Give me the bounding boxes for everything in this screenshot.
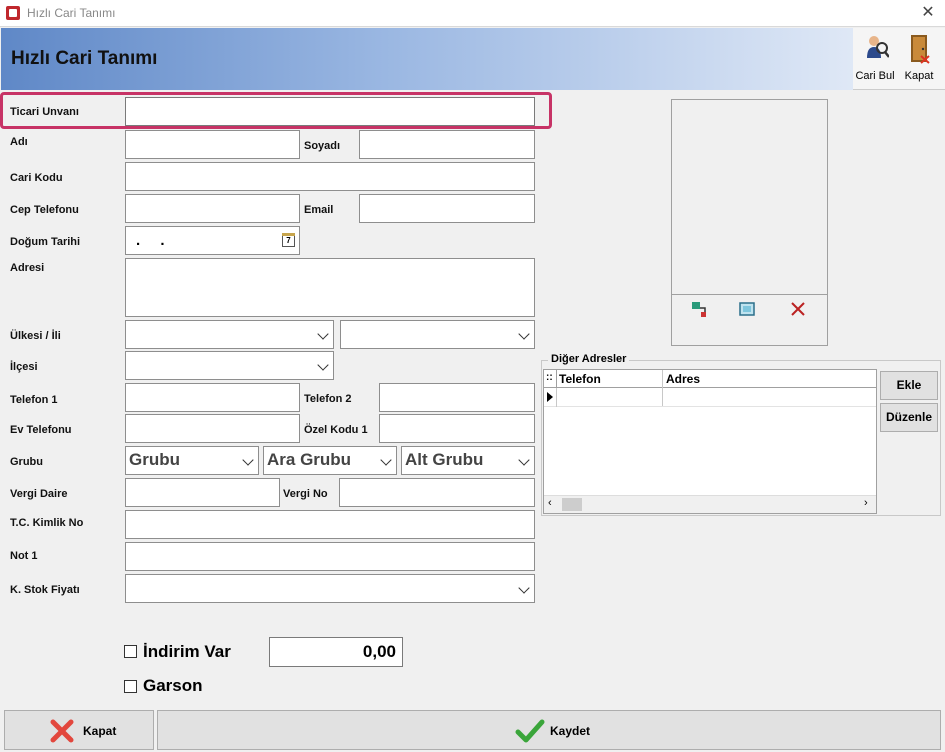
telefon1-input[interactable] [125,383,300,412]
scroll-thumb[interactable] [562,498,582,511]
header-title: Hızlı Cari Tanımı [11,48,158,69]
other-addresses-title: Diğer Adresler [548,353,630,365]
cep-telefonu-input[interactable] [125,194,300,223]
photo-view-icon[interactable] [738,300,756,318]
horizontal-scrollbar[interactable]: ‹ › [544,495,876,513]
vergi-no-label: Vergi No [283,488,328,500]
address-add-button[interactable]: Ekle [880,371,938,400]
grubu-label: Grubu [10,456,43,468]
row-pointer-icon [547,392,553,402]
vergi-daire-label: Vergi Daire [10,488,68,500]
title-bar [0,0,945,27]
chevron-down-icon [317,328,329,340]
app-icon [6,6,20,20]
grubu-value: Grubu [129,450,180,469]
dogum-tarihi-input[interactable]: . . 7 [125,226,300,255]
scroll-left-icon[interactable]: ‹ [548,497,552,509]
chevron-down-icon [317,359,329,371]
photo-load-icon[interactable] [690,300,708,318]
indirim-checkbox[interactable] [124,645,137,658]
focus-highlight [0,92,552,129]
garson-checkbox[interactable] [124,680,137,693]
chevron-down-icon [518,582,530,594]
indirim-amount-input[interactable]: 0,00 [269,637,403,667]
ilce-select[interactable] [125,351,334,380]
email-input[interactable] [359,194,535,223]
not1-input[interactable] [125,542,535,571]
photo-panel[interactable] [671,99,828,295]
chevron-down-icon [518,454,530,466]
calendar-icon[interactable]: 7 [282,233,295,247]
ev-telefonu-label: Ev Telefonu [10,424,72,436]
chevron-down-icon [518,328,530,340]
ev-telefonu-input[interactable] [125,414,300,443]
close-x-icon [50,719,74,743]
exit-door-icon [911,35,930,64]
tc-kimlik-input[interactable] [125,510,535,539]
stok-fiyati-label: K. Stok Fiyatı [10,584,80,596]
cari-bul-button[interactable]: Cari Bul [853,32,897,86]
ilce-label: İlçesi [10,361,38,373]
telefon2-input[interactable] [379,383,535,412]
kapat-button[interactable]: Kapat [4,710,154,750]
kaydet-button[interactable]: Kaydet [157,710,941,750]
cep-telefonu-label: Cep Telefonu [10,204,79,216]
ulke-select[interactable] [125,320,334,349]
kaydet-label: Kaydet [550,724,591,738]
cari-bul-label: Cari Bul [855,70,895,82]
addresses-grid[interactable]: :: Telefon Adres ‹ › [543,369,877,514]
ulke-il-label: Ülkesi / İli [10,330,61,342]
adresi-label: Adresi [10,262,45,274]
dogum-tarihi-label: Doğum Tarihi [10,236,81,248]
column-telefon[interactable]: Telefon [559,372,601,386]
soyadi-input[interactable] [359,130,535,159]
window-title: Hızlı Cari Tanımı [27,6,116,20]
kapat-top-button[interactable]: Kapat [897,32,941,86]
telefon1-label: Telefon 1 [10,394,58,406]
alt-grubu-select[interactable]: Alt Grubu [401,446,535,475]
il-select[interactable] [340,320,535,349]
ara-grubu-select[interactable]: Ara Grubu [263,446,397,475]
cari-kodu-input[interactable] [125,162,535,191]
not1-label: Not 1 [10,550,38,562]
date-value: . . [136,232,173,249]
address-edit-button[interactable]: Düzenle [880,403,938,432]
vergi-no-input[interactable] [339,478,535,507]
stok-fiyati-select[interactable] [125,574,535,603]
scroll-right-icon[interactable]: › [864,497,868,509]
ozel-kodu1-input[interactable] [379,414,535,443]
checkmark-icon [515,719,545,743]
table-row[interactable] [544,388,876,407]
window-close-button[interactable]: ✕ [915,3,941,23]
vergi-daire-input[interactable] [125,478,280,507]
soyadi-label: Soyadı [304,140,341,152]
grid-corner: :: [546,372,553,383]
kapat-top-label: Kapat [904,70,934,82]
alt-grubu-value: Alt Grubu [405,450,484,469]
chevron-down-icon [242,454,254,466]
adi-input[interactable] [125,130,300,159]
column-adres[interactable]: Adres [666,372,700,386]
tc-kimlik-label: T.C. Kimlik No [10,517,84,529]
grubu-select[interactable]: Grubu [125,446,259,475]
indirim-label: İndirim Var [143,642,231,661]
adi-label: Adı [10,136,28,148]
email-label: Email [304,204,334,216]
telefon2-label: Telefon 2 [304,393,352,405]
kapat-label: Kapat [83,724,117,738]
garson-label: Garson [143,676,203,695]
chevron-down-icon [380,454,392,466]
adresi-textarea[interactable] [125,258,535,317]
photo-delete-icon[interactable] [789,300,807,318]
find-customer-icon [867,36,889,58]
cari-kodu-label: Cari Kodu [10,172,63,184]
ara-grubu-value: Ara Grubu [267,450,352,469]
grid-header: :: Telefon Adres [544,370,876,407]
ozel-kodu1-label: Özel Kodu 1 [304,424,368,436]
